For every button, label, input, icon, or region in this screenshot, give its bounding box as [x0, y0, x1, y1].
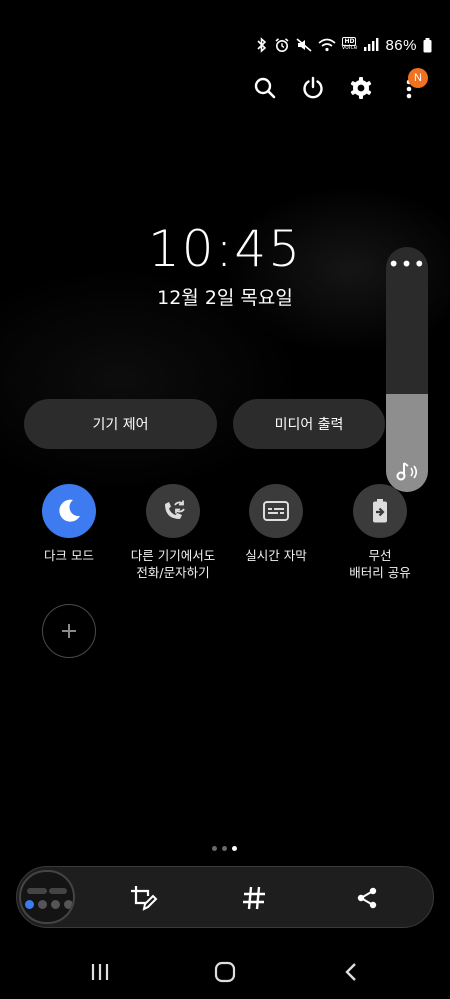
top-actions: N: [252, 68, 428, 106]
tile-live-caption[interactable]: 실시간 자막: [224, 484, 328, 564]
hashtag-icon: [243, 886, 265, 910]
battery-share-icon: [373, 499, 387, 523]
tile-label: 실시간 자막: [245, 548, 307, 563]
page-dot-current: [232, 846, 237, 851]
clock-time: 10:45: [147, 220, 303, 278]
crop-edit-icon: [131, 886, 158, 911]
page-dot: [212, 846, 217, 851]
music-note-icon: [396, 462, 418, 481]
mute-icon: [295, 38, 312, 52]
tile-label: 다른 기기에서도 전화/문자하기: [130, 548, 216, 580]
navigation-bar: [0, 950, 450, 994]
plus-icon: [62, 624, 76, 638]
recents-icon: [91, 964, 109, 980]
power-icon: [303, 76, 323, 99]
settings-button[interactable]: [348, 70, 374, 106]
live-caption-toggle[interactable]: [249, 484, 303, 538]
back-icon: [345, 963, 356, 981]
notification-badge: N: [408, 68, 428, 88]
volume-more-icon[interactable]: •••: [386, 254, 428, 274]
recent-apps-button[interactable]: [84, 958, 116, 986]
dark-mode-toggle[interactable]: [42, 484, 96, 538]
status-bar: HD Voice 86%: [256, 34, 433, 56]
tile-label: 다크 모드: [44, 548, 94, 563]
crop-edit-button[interactable]: [125, 880, 161, 916]
battery-share-toggle[interactable]: [353, 484, 407, 538]
signal-icon: [364, 38, 379, 51]
tile-wireless-battery-share[interactable]: 무선 배터리 공유: [328, 484, 432, 581]
volte-badge: HD Voice: [341, 37, 358, 51]
call-sync-toggle[interactable]: [146, 484, 200, 538]
moon-icon: [59, 499, 80, 522]
gear-icon: [350, 77, 372, 99]
media-output-button[interactable]: 미디어 출력: [233, 399, 385, 449]
wifi-icon: [317, 38, 336, 52]
power-button[interactable]: [300, 70, 326, 106]
search-button[interactable]: [252, 70, 278, 106]
alarm-icon: [274, 38, 289, 52]
caption-icon: [263, 501, 289, 521]
add-tile-button[interactable]: [42, 604, 96, 658]
tile-dark-mode[interactable]: 다크 모드: [17, 484, 121, 564]
home-icon: [214, 961, 236, 983]
call-sync-icon: [165, 500, 185, 519]
clock-date: 12월 2일 목요일: [157, 287, 293, 309]
battery-icon: [423, 37, 432, 52]
battery-percent: 86%: [385, 36, 417, 54]
home-button[interactable]: [209, 958, 241, 986]
page-indicator: [212, 846, 237, 851]
share-button[interactable]: [349, 880, 385, 916]
back-button[interactable]: [335, 958, 367, 986]
tile-call-other-devices[interactable]: 다른 기기에서도 전화/문자하기: [121, 484, 225, 581]
share-icon: [357, 887, 377, 909]
screenshot-toolbar: [16, 866, 434, 928]
bluetooth-icon: [256, 37, 266, 53]
tile-label: 무선 배터리 공유: [349, 548, 411, 580]
volume-slider[interactable]: •••: [386, 247, 428, 492]
hashtag-button[interactable]: [236, 880, 272, 916]
search-icon: [254, 77, 276, 99]
device-control-button[interactable]: 기기 제어: [24, 399, 217, 449]
screenshot-thumbnail[interactable]: [19, 870, 75, 924]
more-options-button[interactable]: N: [396, 68, 428, 106]
page-dot: [222, 846, 227, 851]
